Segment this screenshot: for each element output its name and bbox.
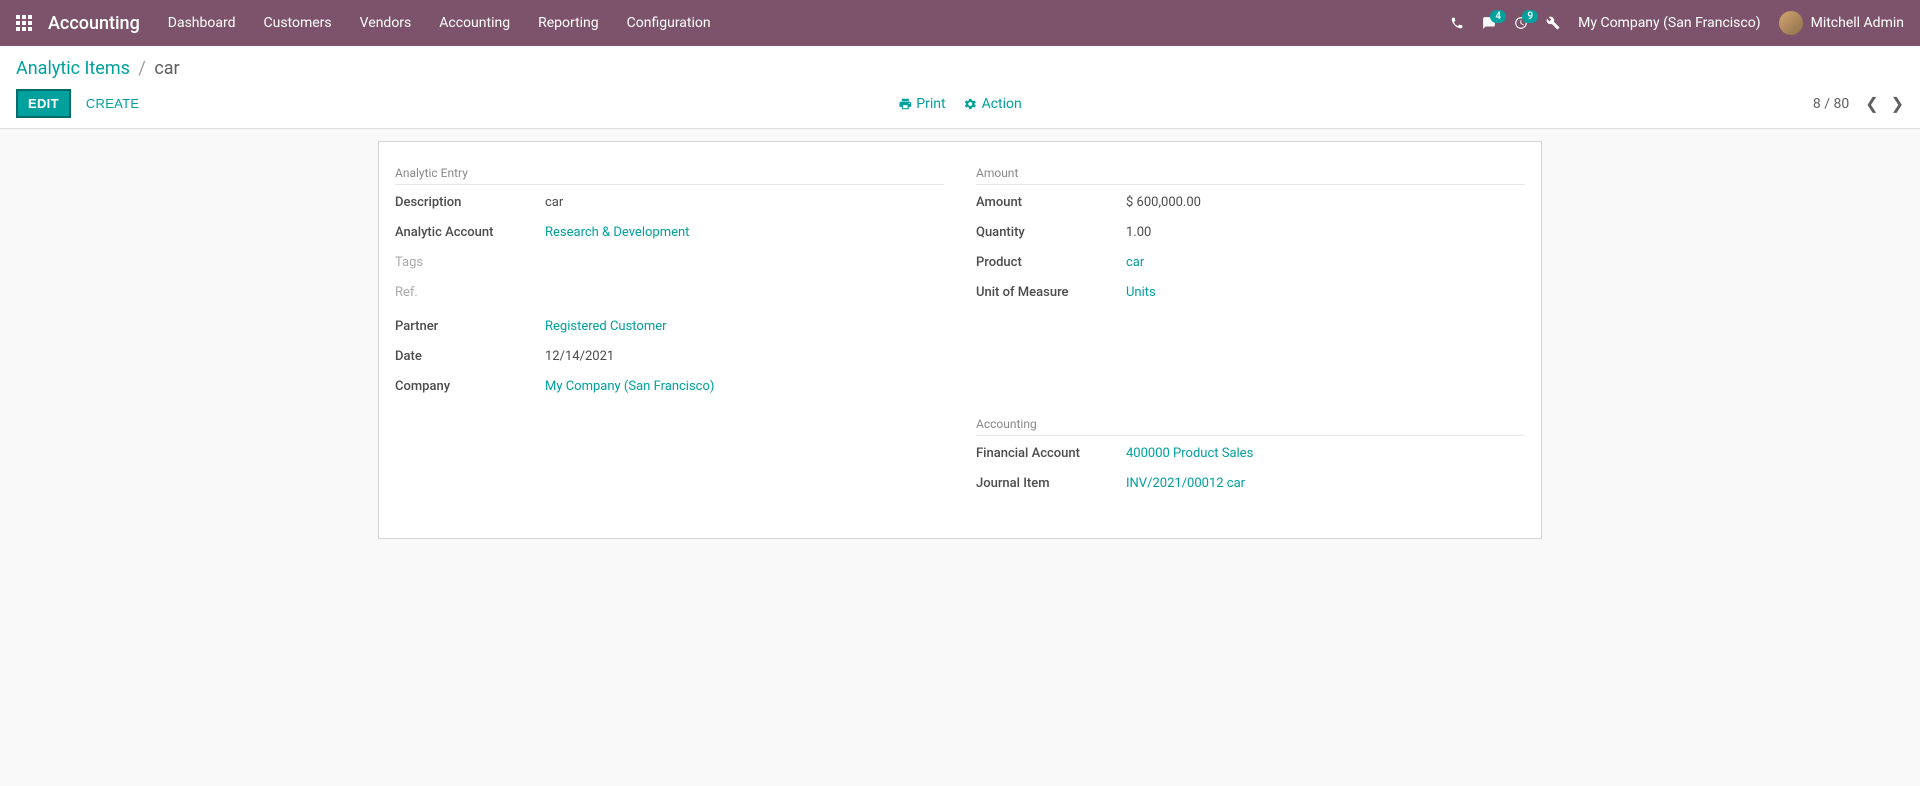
label-ref: Ref. bbox=[395, 285, 545, 300]
field-tags: Tags bbox=[395, 255, 944, 277]
print-label: Print bbox=[916, 96, 945, 112]
gear-icon bbox=[964, 97, 978, 111]
breadcrumb-parent[interactable]: Analytic Items bbox=[16, 58, 130, 79]
form-row: Analytic Entry Description car Analytic … bbox=[395, 166, 1525, 506]
nav-menu: Dashboard Customers Vendors Accounting R… bbox=[168, 15, 711, 31]
cp-buttons: EDIT CREATE bbox=[16, 89, 150, 118]
nav-accounting[interactable]: Accounting bbox=[439, 15, 510, 31]
label-tags: Tags bbox=[395, 255, 545, 270]
value-company[interactable]: My Company (San Francisco) bbox=[545, 379, 944, 394]
group-analytic-entry: Analytic Entry bbox=[395, 166, 944, 185]
field-financial-account: Financial Account 400000 Product Sales bbox=[976, 446, 1525, 468]
value-analytic-account[interactable]: Research & Development bbox=[545, 225, 944, 240]
edit-button[interactable]: EDIT bbox=[16, 89, 71, 118]
nav-configuration[interactable]: Configuration bbox=[627, 15, 711, 31]
label-company: Company bbox=[395, 379, 545, 394]
label-quantity: Quantity bbox=[976, 225, 1126, 240]
label-journal-item: Journal Item bbox=[976, 476, 1126, 491]
label-financial-account: Financial Account bbox=[976, 446, 1126, 461]
field-quantity: Quantity 1.00 bbox=[976, 225, 1525, 247]
label-uom: Unit of Measure bbox=[976, 285, 1126, 300]
label-amount: Amount bbox=[976, 195, 1126, 210]
value-product[interactable]: car bbox=[1126, 255, 1525, 270]
control-panel: Analytic Items / car EDIT CREATE Print A… bbox=[0, 46, 1920, 129]
label-date: Date bbox=[395, 349, 545, 364]
user-menu[interactable]: Mitchell Admin bbox=[1779, 11, 1904, 35]
pager-text[interactable]: 8 / 80 bbox=[1813, 96, 1849, 112]
label-partner: Partner bbox=[395, 319, 545, 334]
field-ref: Ref. bbox=[395, 285, 944, 307]
field-analytic-account: Analytic Account Research & Development bbox=[395, 225, 944, 247]
field-journal-item: Journal Item INV/2021/00012 car bbox=[976, 476, 1525, 498]
value-partner[interactable]: Registered Customer bbox=[545, 319, 944, 334]
pager-next[interactable]: ❯ bbox=[1891, 94, 1904, 113]
group-accounting: Accounting bbox=[976, 417, 1525, 436]
value-quantity: 1.00 bbox=[1126, 225, 1525, 240]
label-product: Product bbox=[976, 255, 1126, 270]
print-dropdown[interactable]: Print bbox=[898, 96, 945, 112]
value-journal-item[interactable]: INV/2021/00012 car bbox=[1126, 476, 1525, 491]
value-uom[interactable]: Units bbox=[1126, 285, 1525, 300]
cp-center: Print Action bbox=[898, 96, 1021, 112]
field-product: Product car bbox=[976, 255, 1525, 277]
action-label: Action bbox=[982, 96, 1022, 112]
label-analytic-account: Analytic Account bbox=[395, 225, 545, 240]
value-date: 12/14/2021 bbox=[545, 349, 944, 364]
app-brand[interactable]: Accounting bbox=[48, 13, 140, 34]
field-company: Company My Company (San Francisco) bbox=[395, 379, 944, 401]
value-description: car bbox=[545, 195, 944, 210]
field-uom: Unit of Measure Units bbox=[976, 285, 1525, 307]
nav-dashboard[interactable]: Dashboard bbox=[168, 15, 236, 31]
value-financial-account[interactable]: 400000 Product Sales bbox=[1126, 446, 1525, 461]
navbar-left: Accounting Dashboard Customers Vendors A… bbox=[16, 13, 711, 34]
control-panel-bottom: EDIT CREATE Print Action 8 / 80 ❮ ❯ bbox=[16, 89, 1904, 128]
messages-badge: 4 bbox=[1490, 10, 1506, 23]
activities-icon[interactable]: 9 bbox=[1514, 16, 1528, 30]
phone-icon[interactable] bbox=[1450, 16, 1464, 30]
nav-customers[interactable]: Customers bbox=[264, 15, 332, 31]
navbar-right: 4 9 My Company (San Francisco) Mitchell … bbox=[1450, 11, 1904, 35]
form-col-left: Analytic Entry Description car Analytic … bbox=[395, 166, 944, 506]
cp-right: 8 / 80 ❮ ❯ bbox=[1813, 94, 1904, 113]
breadcrumb: Analytic Items / car bbox=[16, 58, 1904, 79]
messages-icon[interactable]: 4 bbox=[1482, 16, 1496, 30]
pager-arrows: ❮ ❯ bbox=[1865, 94, 1904, 113]
form-col-right: Amount Amount $ 600,000.00 Quantity 1.00… bbox=[976, 166, 1525, 506]
pager-prev[interactable]: ❮ bbox=[1865, 94, 1878, 113]
form-sheet: Analytic Entry Description car Analytic … bbox=[378, 141, 1542, 539]
debug-icon[interactable] bbox=[1546, 16, 1560, 30]
breadcrumb-current: car bbox=[154, 58, 179, 79]
apps-icon[interactable] bbox=[16, 15, 32, 31]
activities-badge: 9 bbox=[1522, 10, 1538, 23]
print-icon bbox=[898, 97, 912, 111]
nav-vendors[interactable]: Vendors bbox=[360, 15, 412, 31]
breadcrumb-sep: / bbox=[138, 58, 145, 79]
company-switcher[interactable]: My Company (San Francisco) bbox=[1578, 15, 1760, 31]
avatar bbox=[1779, 11, 1803, 35]
company-name: My Company (San Francisco) bbox=[1578, 15, 1760, 31]
nav-reporting[interactable]: Reporting bbox=[538, 15, 599, 31]
create-button[interactable]: CREATE bbox=[75, 90, 151, 117]
field-description: Description car bbox=[395, 195, 944, 217]
user-name: Mitchell Admin bbox=[1811, 15, 1904, 31]
field-date: Date 12/14/2021 bbox=[395, 349, 944, 371]
label-description: Description bbox=[395, 195, 545, 210]
group-amount: Amount bbox=[976, 166, 1525, 185]
field-partner: Partner Registered Customer bbox=[395, 319, 944, 341]
field-amount: Amount $ 600,000.00 bbox=[976, 195, 1525, 217]
main-navbar: Accounting Dashboard Customers Vendors A… bbox=[0, 0, 1920, 46]
value-amount: $ 600,000.00 bbox=[1126, 195, 1525, 210]
form-container: Analytic Entry Description car Analytic … bbox=[0, 129, 1920, 539]
action-dropdown[interactable]: Action bbox=[964, 96, 1022, 112]
